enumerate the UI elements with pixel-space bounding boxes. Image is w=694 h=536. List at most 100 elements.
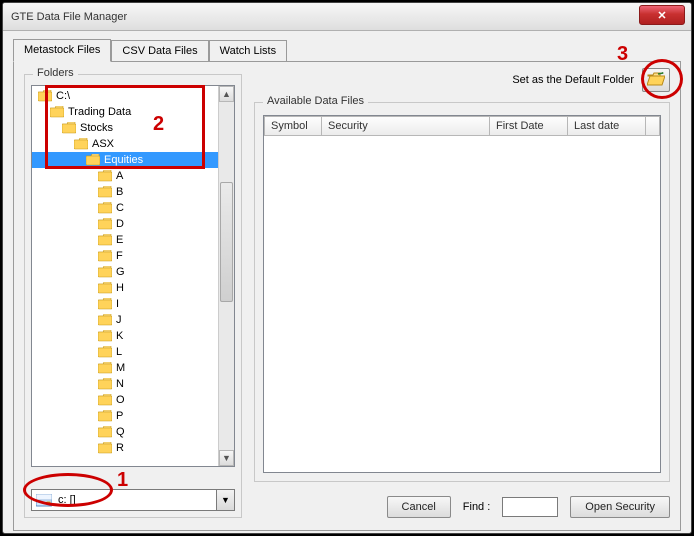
tab-watch-lists[interactable]: Watch Lists <box>209 40 287 62</box>
scroll-thumb[interactable] <box>220 182 233 302</box>
tree-node[interactable]: E <box>32 232 218 248</box>
available-files-group: Available Data Files Symbol Security Fir… <box>254 102 670 482</box>
tab-panel: Folders C:\Trading DataStocksASXEquities… <box>13 61 681 531</box>
tree-node[interactable]: G <box>32 264 218 280</box>
set-default-folder-button[interactable] <box>642 68 670 92</box>
tree-node[interactable]: A <box>32 168 218 184</box>
open-security-button[interactable]: Open Security <box>570 496 670 518</box>
tree-node[interactable]: P <box>32 408 218 424</box>
close-icon: ✕ <box>657 9 666 22</box>
tree-node[interactable]: Q <box>32 424 218 440</box>
window-title: GTE Data File Manager <box>11 11 127 23</box>
col-last-date[interactable]: Last date <box>568 116 646 136</box>
tree-node[interactable]: B <box>32 184 218 200</box>
col-extra[interactable] <box>646 116 660 136</box>
tree-node-label: O <box>116 394 125 406</box>
files-table[interactable]: Symbol Security First Date Last date <box>263 115 661 473</box>
tree-node-label: E <box>116 234 123 246</box>
folder-icon <box>86 154 100 166</box>
tree-node-label: F <box>116 250 123 262</box>
tree-node[interactable]: Equities <box>32 152 218 168</box>
folder-icon <box>98 282 112 294</box>
tree-node-label: Trading Data <box>68 106 131 118</box>
col-security[interactable]: Security <box>322 116 490 136</box>
drive-select-value: c: [] <box>58 494 76 506</box>
tree-node[interactable]: C:\ <box>32 88 218 104</box>
right-area: Set as the Default Folder Available Data… <box>254 68 670 520</box>
folder-icon <box>98 362 112 374</box>
dialog-window: GTE Data File Manager ✕ Metastock Files … <box>2 2 692 534</box>
folder-icon <box>98 250 112 262</box>
folder-tree-container: C:\ Trading Data Stocks ASX Equities ABCDEFGH… <box>31 85 235 467</box>
set-default-label: Set as the Default Folder <box>512 74 634 86</box>
tree-node-label: P <box>116 410 123 422</box>
tree-node[interactable]: K <box>32 328 218 344</box>
col-symbol[interactable]: Symbol <box>264 116 322 136</box>
tab-bar: Metastock Files CSV Data Files Watch Lis… <box>13 37 691 61</box>
folder-icon <box>98 234 112 246</box>
tab-csv-data-files[interactable]: CSV Data Files <box>111 40 208 62</box>
tree-node-label: J <box>116 314 122 326</box>
folder-icon <box>38 90 52 102</box>
tree-node[interactable]: H <box>32 280 218 296</box>
tree-node[interactable]: D <box>32 216 218 232</box>
tree-node-label: G <box>116 266 125 278</box>
drive-icon <box>36 494 52 507</box>
tree-node[interactable]: ASX <box>32 136 218 152</box>
scroll-up-button[interactable]: ▲ <box>219 86 234 102</box>
tree-node[interactable]: N <box>32 376 218 392</box>
files-table-header: Symbol Security First Date Last date <box>264 116 660 136</box>
tree-node[interactable]: Trading Data <box>32 104 218 120</box>
folder-icon <box>98 202 112 214</box>
tree-node-label: M <box>116 362 125 374</box>
tree-node[interactable]: C <box>32 200 218 216</box>
cancel-button[interactable]: Cancel <box>387 496 451 518</box>
tree-node[interactable]: I <box>32 296 218 312</box>
folder-icon <box>74 138 88 150</box>
tree-node-label: Equities <box>104 154 143 166</box>
set-default-row: Set as the Default Folder <box>512 68 670 92</box>
open-folder-icon <box>647 72 665 89</box>
folder-icon <box>62 122 76 134</box>
tree-node-label: I <box>116 298 119 310</box>
tree-node-label: C <box>116 202 124 214</box>
find-input[interactable] <box>502 497 558 517</box>
folder-icon <box>98 266 112 278</box>
tree-node[interactable]: Stocks <box>32 120 218 136</box>
tree-node-label: ASX <box>92 138 114 150</box>
folder-icon <box>98 330 112 342</box>
folder-icon <box>98 410 112 422</box>
scroll-track[interactable] <box>219 102 234 450</box>
tree-node[interactable]: J <box>32 312 218 328</box>
tree-node-label: R <box>116 442 124 454</box>
drive-dropdown-button[interactable]: ▼ <box>216 490 234 510</box>
tree-node[interactable]: L <box>32 344 218 360</box>
col-first-date[interactable]: First Date <box>490 116 568 136</box>
folder-icon <box>98 394 112 406</box>
drive-row: c: [] ▼ <box>31 489 235 511</box>
tree-node-label: B <box>116 186 123 198</box>
tree-node-label: C:\ <box>56 90 70 102</box>
tree-node[interactable]: M <box>32 360 218 376</box>
close-button[interactable]: ✕ <box>639 5 685 25</box>
tree-node[interactable]: F <box>32 248 218 264</box>
tree-node-label: N <box>116 378 124 390</box>
tree-node-label: H <box>116 282 124 294</box>
folder-icon <box>98 218 112 230</box>
folder-icon <box>98 346 112 358</box>
tree-node-label: Q <box>116 426 125 438</box>
folder-icon <box>98 426 112 438</box>
tree-node-label: Stocks <box>80 122 113 134</box>
drive-select[interactable]: c: [] ▼ <box>31 489 235 511</box>
folder-icon <box>98 314 112 326</box>
folder-tree[interactable]: C:\ Trading Data Stocks ASX Equities ABCDEFGH… <box>32 86 218 466</box>
tree-scrollbar[interactable]: ▲ ▼ <box>218 86 234 466</box>
scroll-down-button[interactable]: ▼ <box>219 450 234 466</box>
tree-node-label: D <box>116 218 124 230</box>
tree-node[interactable]: O <box>32 392 218 408</box>
folder-icon <box>98 298 112 310</box>
tree-node[interactable]: R <box>32 440 218 456</box>
tab-metastock-files[interactable]: Metastock Files <box>13 39 111 62</box>
folder-icon <box>98 170 112 182</box>
folder-icon <box>98 186 112 198</box>
